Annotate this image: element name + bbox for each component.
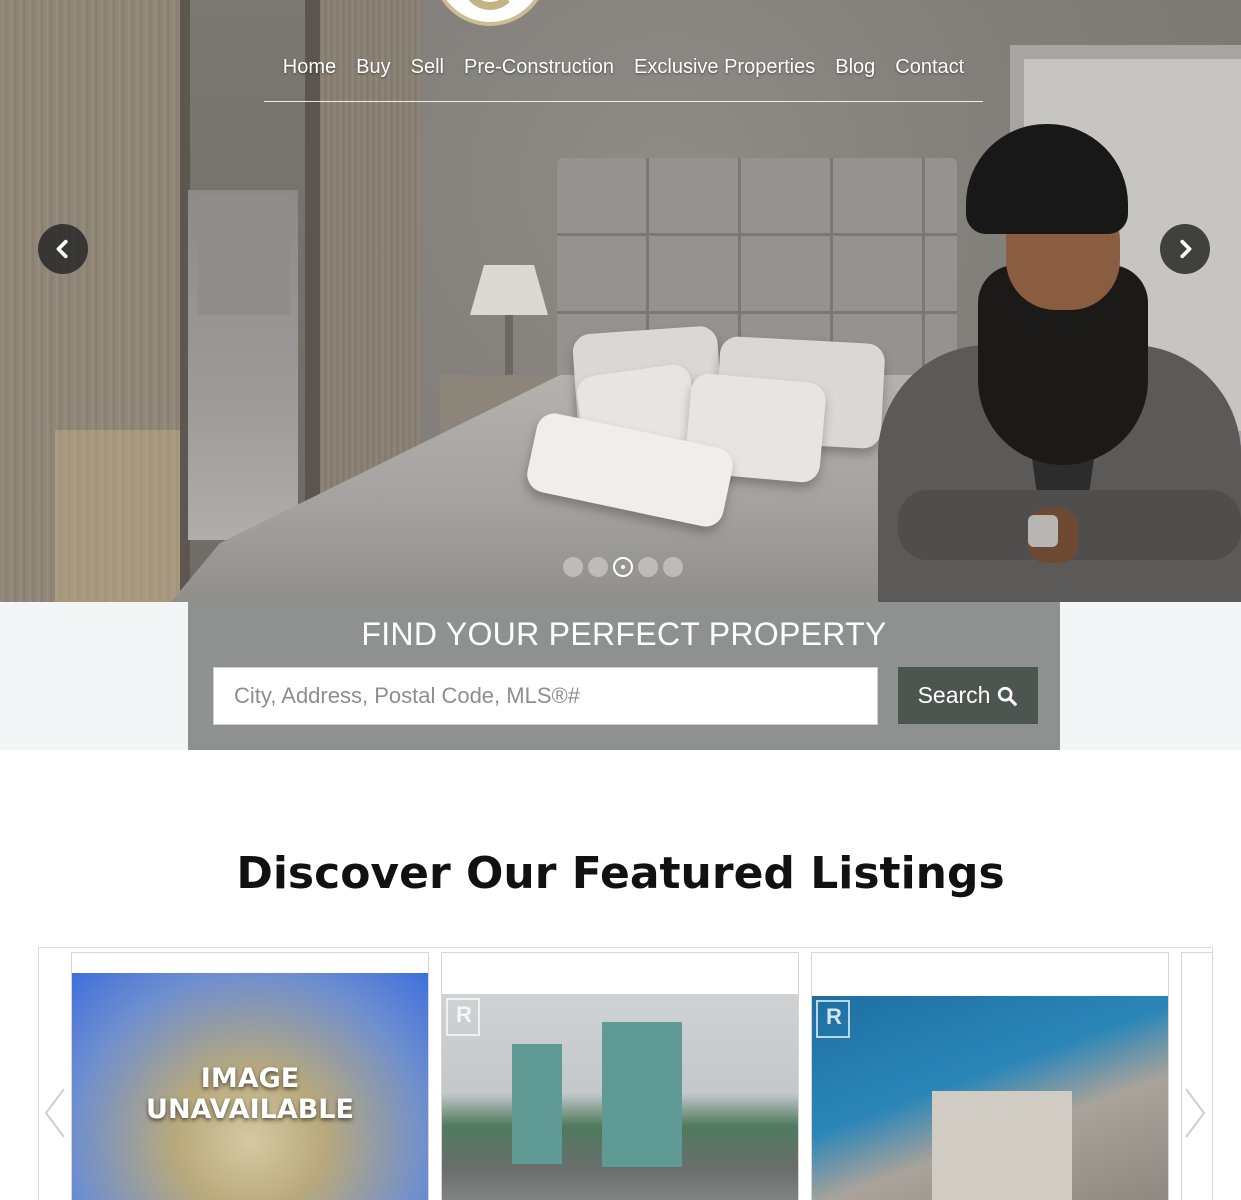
slider-dot[interactable]	[638, 557, 658, 577]
chevron-left-icon	[56, 239, 68, 259]
image-unavailable-label: IMAGE UNAVAILABLE	[146, 1063, 354, 1125]
slider-next-button[interactable]	[1160, 224, 1210, 274]
carousel-prev-icon[interactable]	[40, 1085, 70, 1141]
slider-dot[interactable]	[588, 557, 608, 577]
search-title: FIND YOUR PERFECT PROPERTY	[361, 616, 887, 652]
hero-mirror-headboard	[198, 195, 290, 315]
featured-title: Discover Our Featured Listings	[236, 848, 1005, 899]
search-button-label: Search	[917, 682, 991, 708]
hero-lamp-stem	[505, 315, 513, 375]
nav-home[interactable]: Home	[283, 50, 336, 101]
listing-image-placeholder: IMAGE UNAVAILABLE	[72, 973, 428, 1200]
slider-prev-button[interactable]	[38, 224, 88, 274]
nav-sell[interactable]: Sell	[411, 50, 444, 101]
agent-watch	[1028, 515, 1058, 547]
hero-light-patch	[55, 430, 186, 602]
agent-turban	[966, 124, 1128, 234]
main-nav: Home Buy Sell Pre-Construction Exclusive…	[264, 50, 983, 102]
slider-dot[interactable]	[663, 557, 683, 577]
search-icon	[998, 686, 1018, 706]
carousel-next-icon[interactable]	[1180, 1085, 1210, 1141]
condo-tower-image	[512, 1044, 562, 1164]
search-panel: FIND YOUR PERFECT PROPERTY Search	[188, 602, 1060, 750]
nav-pre-construction[interactable]: Pre-Construction	[464, 50, 614, 101]
agent-portrait	[878, 120, 1241, 602]
search-band: FIND YOUR PERFECT PROPERTY Search	[0, 602, 1241, 750]
nav-exclusive-properties[interactable]: Exclusive Properties	[634, 50, 815, 101]
search-input[interactable]	[213, 667, 878, 725]
listing-card[interactable]: IMAGE UNAVAILABLE	[71, 952, 429, 1200]
listing-card[interactable]: R	[811, 952, 1169, 1200]
realtor-logo-icon: R	[446, 998, 480, 1036]
slider-dots	[563, 557, 683, 577]
search-button[interactable]: Search	[898, 667, 1038, 724]
listing-card-partial[interactable]	[1181, 952, 1213, 1200]
slider-dot-active[interactable]	[613, 557, 633, 577]
featured-carousel: IMAGE UNAVAILABLE R R	[38, 947, 1213, 1200]
listing-card[interactable]: R	[441, 952, 799, 1200]
logo-mark-icon	[462, 0, 518, 10]
realtor-logo-icon: R	[816, 1000, 850, 1038]
nav-buy[interactable]: Buy	[356, 50, 390, 101]
listing-image: R	[442, 994, 798, 1200]
condo-tower-image	[602, 1022, 682, 1167]
slider-dot[interactable]	[563, 557, 583, 577]
waterfront-building-image	[932, 1091, 1072, 1200]
chevron-right-icon	[1180, 239, 1192, 259]
nav-contact[interactable]: Contact	[895, 50, 964, 101]
listing-image: R	[812, 996, 1168, 1200]
nav-blog[interactable]: Blog	[835, 50, 875, 101]
hero-slider: Home Buy Sell Pre-Construction Exclusive…	[0, 0, 1241, 602]
